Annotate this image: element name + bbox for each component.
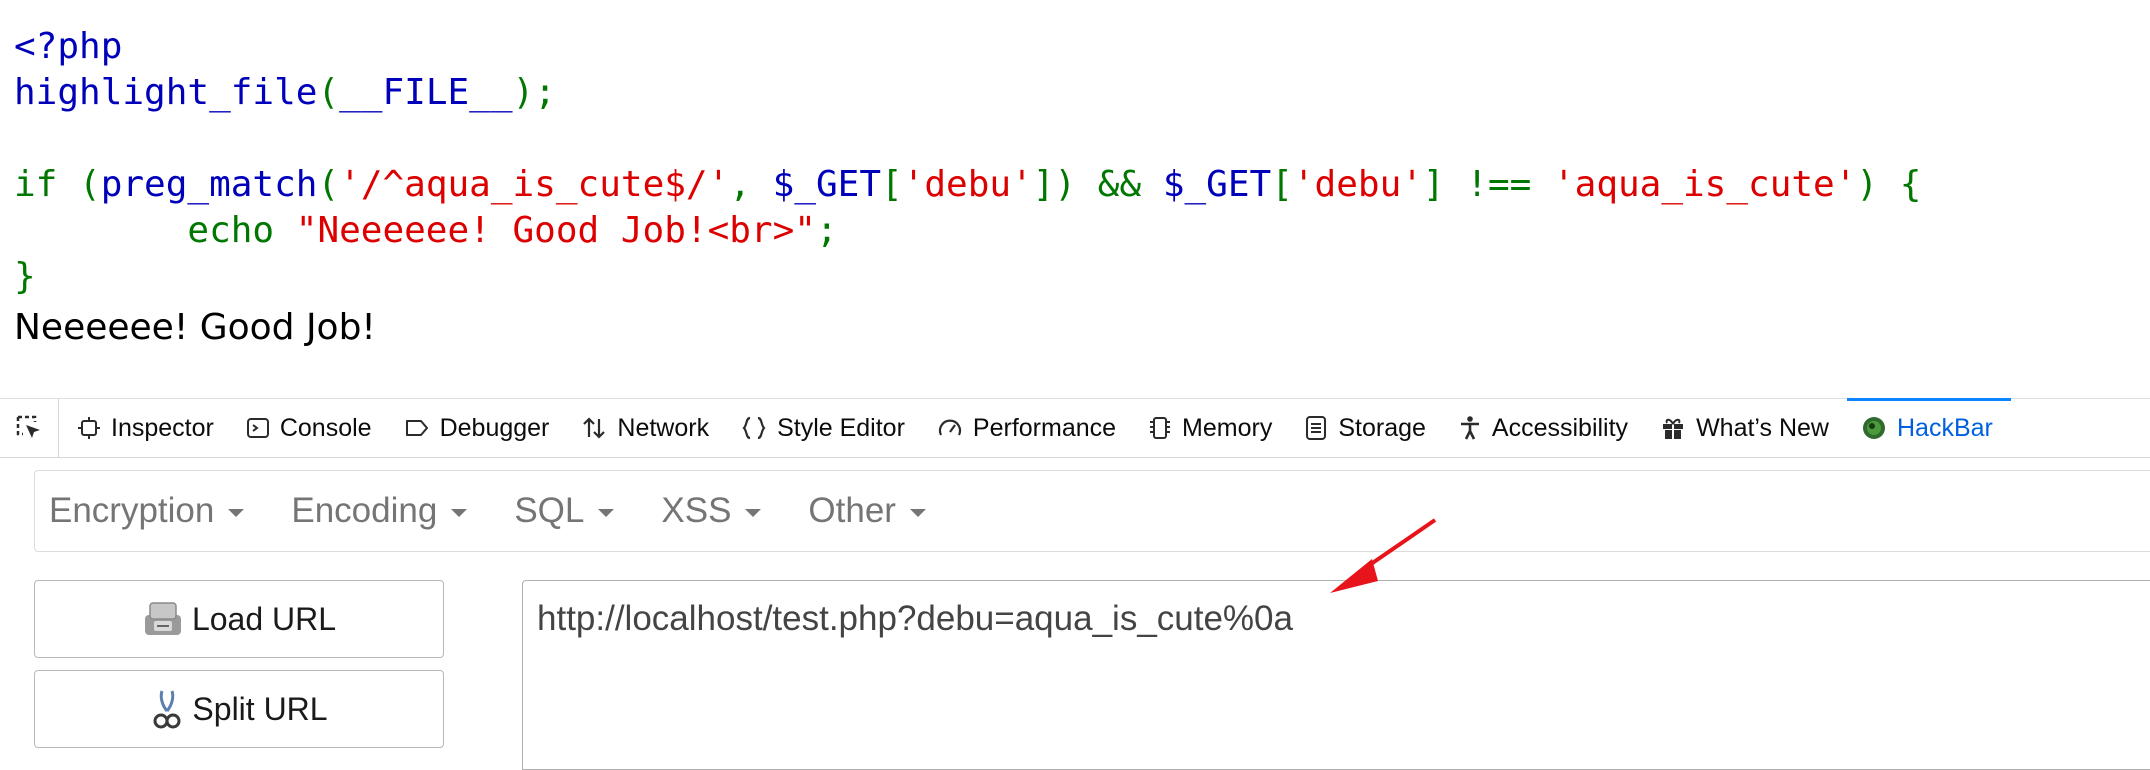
tab-label: Inspector (111, 413, 214, 442)
split-url-label: Split URL (192, 690, 328, 727)
debu-key-string: 'debu' (902, 164, 1033, 205)
inspector-icon (78, 417, 100, 439)
encryption-menu[interactable]: Encryption (35, 491, 257, 531)
hackbar-icon (1862, 417, 1885, 439)
tab-label: Console (279, 413, 372, 442)
scissors-icon (153, 690, 181, 729)
semicolon: ; (815, 210, 838, 251)
open-brace: ) { (1856, 164, 1922, 205)
regex-pattern-string: '/^aqua_is_cute$/' (339, 164, 730, 205)
load-url-button[interactable]: Load URL (34, 580, 444, 658)
get-superglobal: $_GET (1162, 164, 1272, 205)
paren-semicolon: ); (512, 72, 556, 113)
paren: ( (317, 72, 340, 113)
xss-menu[interactable]: XSS (647, 491, 774, 531)
close-brace: } (14, 256, 36, 297)
caret-down-icon (451, 509, 468, 517)
php-source-code: <?php highlight_file(__FILE__); if (preg… (14, 24, 1921, 300)
caret-down-icon (745, 509, 762, 517)
echo-string: "Neeeeee! Good Job!<br>" (295, 210, 816, 251)
bracket: [ (1271, 164, 1293, 205)
memory-icon (1150, 417, 1171, 439)
menu-label: Other (808, 491, 896, 530)
tab-inspector[interactable]: Inspector (63, 399, 232, 457)
tab-hackbar[interactable]: HackBar (1846, 398, 2011, 457)
highlight-file-call: highlight_file (14, 72, 318, 113)
bracket-paren: ]) (1032, 164, 1077, 205)
menu-label: Encoding (291, 491, 438, 530)
tab-console[interactable]: Console (232, 399, 390, 457)
menu-label: SQL (514, 491, 585, 530)
encoding-menu[interactable]: Encoding (277, 491, 480, 531)
load-url-label: Load URL (191, 600, 337, 637)
tab-accessibility[interactable]: Accessibility (1444, 399, 1646, 457)
debugger-icon (405, 420, 428, 436)
menu-label: XSS (661, 491, 732, 530)
echo-keyword: echo (187, 210, 296, 251)
accessibility-icon (1460, 416, 1479, 440)
tab-label: Performance (972, 413, 1117, 442)
tab-label: Debugger (439, 413, 550, 442)
tab-label: HackBar (1896, 413, 1993, 442)
page-output-text: Neeeeee! Good Job! (14, 307, 376, 348)
element-picker-button[interactable] (0, 399, 59, 457)
whats-new-icon (1663, 418, 1684, 439)
tab-label: Style Editor (777, 413, 905, 442)
file-constant: __FILE__ (339, 72, 513, 113)
menu-label: Encryption (49, 491, 215, 530)
split-url-button[interactable]: Split URL (34, 670, 444, 748)
caret-down-icon (598, 509, 615, 517)
tab-whats-new[interactable]: What’s New (1646, 399, 1847, 457)
tab-style-editor[interactable]: Style Editor (727, 399, 923, 457)
aqua-value-string: 'aqua_is_cute' (1552, 164, 1857, 205)
performance-icon (938, 419, 962, 436)
console-icon (246, 418, 269, 438)
tab-performance[interactable]: Performance (923, 399, 1134, 457)
comma: , (729, 164, 773, 205)
tab-label: Memory (1182, 413, 1273, 442)
tab-label: Network (617, 413, 710, 442)
hackbar-menu-bar: Encryption Encoding SQL XSS Other (34, 470, 2150, 552)
caret-down-icon (228, 509, 245, 517)
element-picker-icon (16, 415, 40, 438)
get-superglobal: $_GET (772, 164, 882, 205)
tab-debugger[interactable]: Debugger (390, 399, 568, 457)
load-url-icon (144, 602, 181, 635)
preg-match-call: preg_match (100, 164, 318, 205)
url-input[interactable]: http://localhost/test.php?debu=aqua_is_c… (522, 580, 2150, 770)
annotation-arrow-icon (1330, 518, 1437, 593)
other-menu[interactable]: Other (794, 491, 939, 531)
paren: ( (317, 164, 340, 205)
php-open-tag: <?php (14, 26, 123, 67)
tab-label: What’s New (1696, 413, 1829, 442)
not-identical-operator: ] !== (1422, 164, 1553, 205)
if-keyword: if ( (14, 164, 101, 205)
and-operator: && (1076, 164, 1163, 205)
storage-icon (1306, 416, 1327, 440)
bracket: [ (881, 164, 903, 205)
tab-memory[interactable]: Memory (1134, 399, 1290, 457)
sql-menu[interactable]: SQL (500, 491, 627, 531)
network-icon (583, 417, 606, 439)
tab-label: Storage (1338, 413, 1426, 442)
tab-label: Accessibility (1491, 413, 1629, 442)
debu-key-string: 'debu' (1292, 164, 1423, 205)
devtools-toolbar: Inspector Console Debugger Network Style… (0, 398, 2150, 458)
tab-storage[interactable]: Storage (1290, 399, 1444, 457)
caret-down-icon (909, 509, 926, 517)
style-editor-icon (742, 416, 766, 440)
tab-network[interactable]: Network (567, 399, 727, 457)
